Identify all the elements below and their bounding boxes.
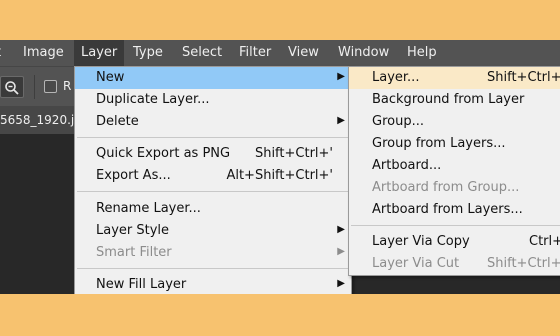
menu-item-label: Rename Layer... (96, 201, 201, 216)
menu-item-label: Layer... (372, 70, 420, 85)
menu-item-label: Duplicate Layer... (96, 92, 210, 107)
option-checkbox[interactable] (44, 80, 57, 93)
layer-menu: New ▶ Duplicate Layer... Delete ▶ Quick … (74, 66, 352, 296)
option-checkbox-label: R (63, 79, 72, 93)
menu-select[interactable]: Select (182, 40, 222, 66)
menu-item-label: Group... (372, 114, 424, 129)
options-separator (34, 75, 35, 99)
menu-divider (351, 225, 560, 226)
menu-divider (77, 137, 349, 138)
submenu-arrow-icon: ▶ (337, 115, 345, 126)
menu-item-label: Artboard... (372, 158, 442, 173)
new-submenu-item-artboard[interactable]: Artboard... (349, 155, 560, 177)
new-submenu-item-layer[interactable]: Layer... Shift+Ctrl+N (349, 67, 560, 89)
menu-item-label: Background from Layer (372, 92, 525, 107)
menu-item-shortcut: Ctrl+J (529, 234, 560, 249)
new-submenu-item-layer-via-copy[interactable]: Layer Via Copy Ctrl+J (349, 231, 560, 253)
submenu-arrow-icon: ▶ (337, 224, 345, 235)
new-submenu-item-layer-via-cut: Layer Via Cut Shift+Ctrl+J (349, 253, 560, 275)
zoom-button[interactable] (0, 76, 24, 98)
menu-help[interactable]: Help (407, 40, 437, 66)
new-submenu-item-group-from-layers[interactable]: Group from Layers... (349, 133, 560, 155)
magnifier-icon (5, 81, 19, 95)
background-band-bottom (0, 294, 560, 336)
menu-item-label: Artboard from Group... (372, 180, 520, 195)
menu-item-shortcut: Alt+Shift+Ctrl+' (226, 168, 333, 183)
menu-item-label: Export As... (96, 168, 171, 183)
new-submenu-item-background-from-layer[interactable]: Background from Layer (349, 89, 560, 111)
layer-menu-item-export-as[interactable]: Export As... Alt+Shift+Ctrl+' (75, 165, 351, 187)
menu-item-label: Delete (96, 114, 139, 129)
menu-item-label: Layer Via Cut (372, 256, 460, 271)
menu-item-label: New Fill Layer (96, 277, 187, 292)
submenu-arrow-icon: ▶ (337, 71, 345, 82)
layer-menu-item-delete[interactable]: Delete ▶ (75, 111, 351, 133)
menu-filter[interactable]: Filter (239, 40, 271, 66)
menu-layer[interactable]: Layer (74, 40, 125, 66)
menu-item-label: Artboard from Layers... (372, 202, 523, 217)
menu-item-label: Quick Export as PNG (96, 146, 231, 161)
menu-bar: t Image Layer Type Select Filter View Wi… (0, 40, 560, 66)
menu-type[interactable]: Type (133, 40, 163, 66)
menu-item-label: Smart Filter (96, 245, 172, 260)
layer-menu-item-quick-export[interactable]: Quick Export as PNG Shift+Ctrl+' (75, 143, 351, 165)
menu-item-shortcut: Shift+Ctrl+N (487, 70, 560, 85)
new-submenu-item-group[interactable]: Group... (349, 111, 560, 133)
new-submenu: Layer... Shift+Ctrl+N Background from La… (348, 66, 560, 276)
layer-menu-item-new-fill-layer[interactable]: New Fill Layer ▶ (75, 274, 351, 296)
menu-view[interactable]: View (288, 40, 319, 66)
menu-item-label: Group from Layers... (372, 136, 506, 151)
menu-item-label: Layer Style (96, 223, 170, 238)
layer-menu-item-smart-filter: Smart Filter ▶ (75, 242, 351, 264)
document-tab[interactable]: 5658_1920.jp (0, 106, 76, 134)
menu-item-label: New (96, 70, 125, 85)
layer-menu-item-duplicate-layer[interactable]: Duplicate Layer... (75, 89, 351, 111)
submenu-arrow-icon: ▶ (337, 278, 345, 289)
layer-menu-item-new[interactable]: New ▶ (75, 67, 351, 89)
menu-divider (77, 191, 349, 192)
menu-item-shortcut: Shift+Ctrl+J (487, 256, 560, 271)
layer-menu-item-rename-layer[interactable]: Rename Layer... (75, 198, 351, 220)
menu-edit[interactable]: t (0, 40, 1, 66)
layer-menu-item-layer-style[interactable]: Layer Style ▶ (75, 220, 351, 242)
submenu-arrow-icon: ▶ (337, 246, 345, 257)
document-tab-title: 5658_1920.jp (0, 113, 76, 127)
menu-item-label: Layer Via Copy (372, 234, 470, 249)
new-submenu-item-artboard-from-group: Artboard from Group... (349, 177, 560, 199)
menu-item-shortcut: Shift+Ctrl+' (254, 146, 333, 161)
menu-divider (77, 268, 349, 269)
new-submenu-item-artboard-from-layers[interactable]: Artboard from Layers... (349, 199, 560, 221)
menu-window[interactable]: Window (338, 40, 389, 66)
menu-image[interactable]: Image (23, 40, 64, 66)
